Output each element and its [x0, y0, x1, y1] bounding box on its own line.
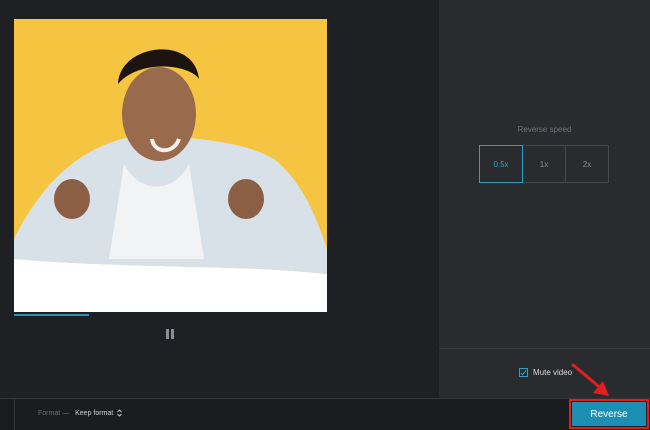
video-frame-image: [14, 19, 327, 312]
format-dropdown[interactable]: Keep format: [75, 409, 123, 417]
settings-pane: Reverse speed 0.5x 1x 2x Mute video: [439, 0, 650, 398]
speed-option-2x[interactable]: 2x: [565, 145, 609, 183]
pause-icon[interactable]: [166, 329, 176, 339]
mute-video-toggle[interactable]: Mute video: [519, 368, 572, 377]
speed-option-0-5x[interactable]: 0.5x: [479, 145, 523, 183]
speed-option-1x[interactable]: 1x: [522, 145, 566, 183]
checkbox-checked-icon[interactable]: [519, 368, 528, 377]
format-value: Keep format: [75, 409, 114, 417]
preview-pane: [0, 0, 438, 398]
playback-progress[interactable]: [14, 314, 89, 316]
divider: [439, 348, 650, 349]
bottom-toolbar: Format — Keep format: [0, 398, 650, 430]
reverse-speed-label: Reverse speed: [517, 125, 572, 134]
format-label: Format —: [38, 409, 70, 417]
speed-options: 0.5x 1x 2x: [479, 145, 609, 183]
video-preview[interactable]: [14, 19, 327, 312]
format-selector[interactable]: Format — Keep format: [38, 409, 123, 417]
divider: [14, 399, 15, 430]
reverse-button[interactable]: Reverse: [569, 399, 649, 429]
sort-arrows-icon: [117, 409, 123, 417]
annotation-arrow-icon: [571, 362, 609, 396]
